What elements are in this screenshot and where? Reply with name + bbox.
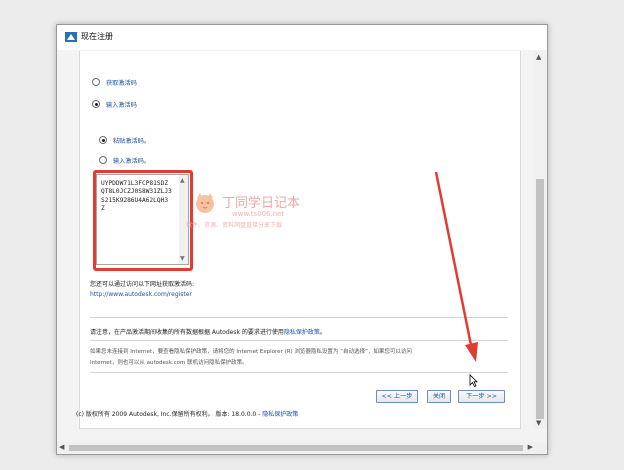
red-arrow-annotation (434, 171, 478, 362)
mouse-cursor-icon (469, 374, 478, 387)
